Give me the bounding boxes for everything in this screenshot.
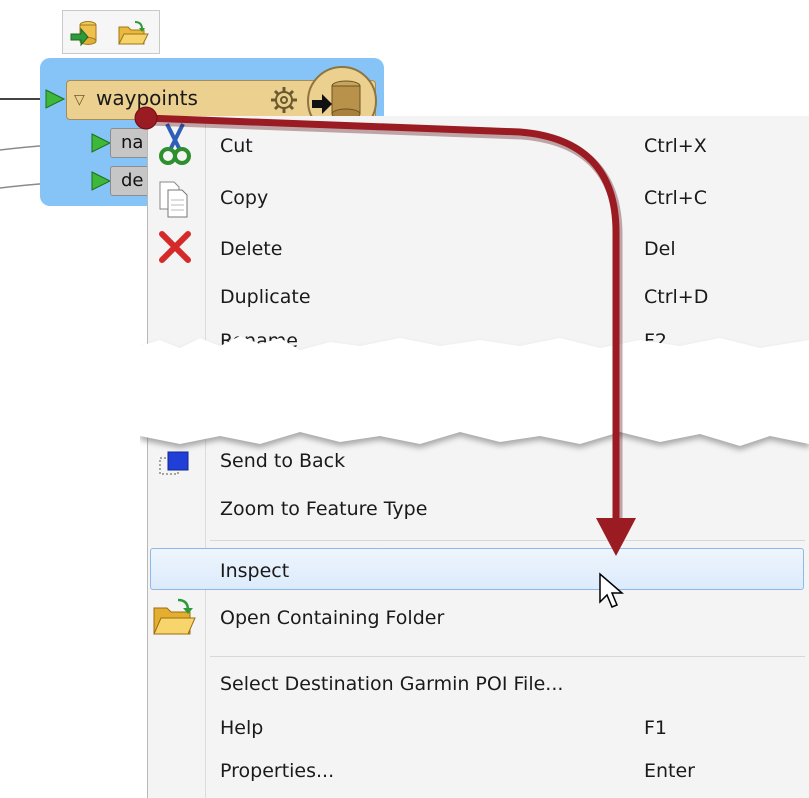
- annotation-arrow: [134, 106, 636, 556]
- mouse-cursor-icon: [599, 572, 625, 608]
